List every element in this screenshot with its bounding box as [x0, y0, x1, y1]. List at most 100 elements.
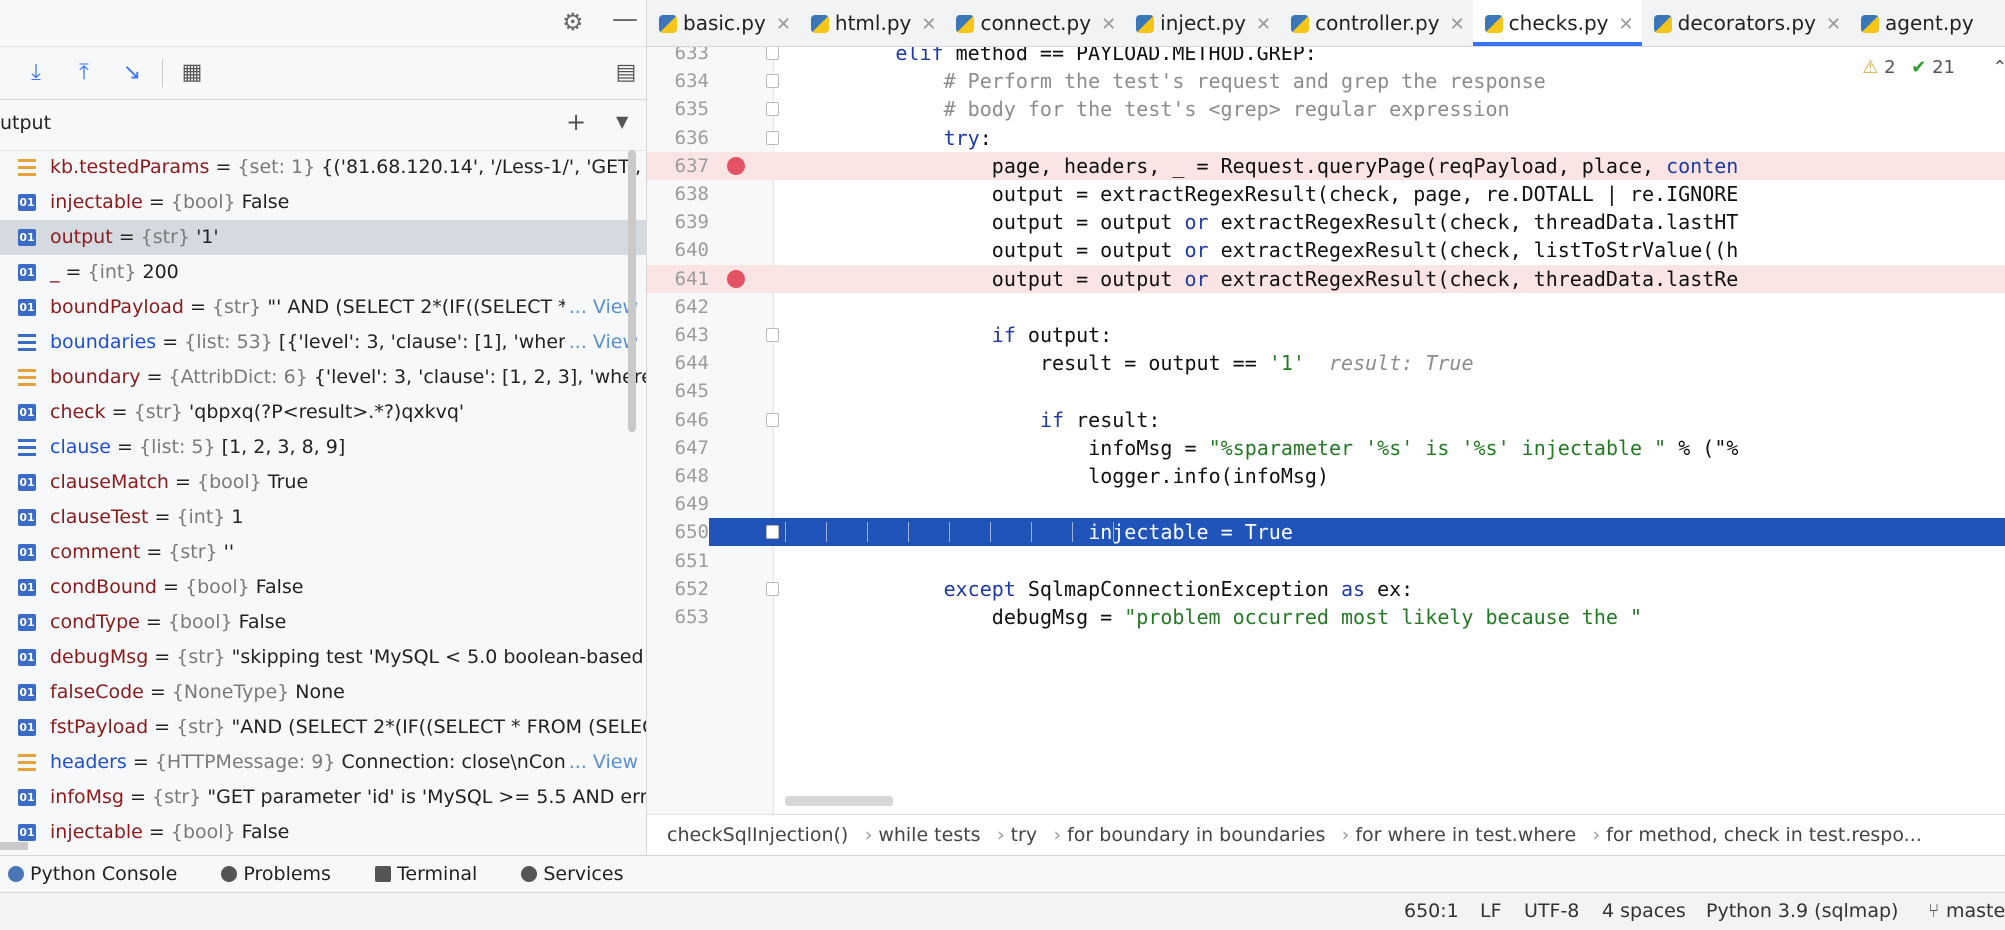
fold-icon[interactable]: [766, 130, 779, 145]
close-icon[interactable]: ✕: [1619, 14, 1634, 35]
code-editor[interactable]: 633 elif method == PAYLOAD.METHOD.GREP: 63…: [647, 47, 2005, 814]
fold-icon[interactable]: [766, 102, 779, 117]
tab-python-console[interactable]: Python Console: [8, 856, 177, 892]
code-line[interactable]: 652 except SqlmapConnectionException as e…: [647, 575, 2005, 603]
tab-basic[interactable]: basic.py ✕: [647, 0, 799, 46]
breadcrumb-item[interactable]: while tests: [858, 815, 1005, 855]
fold-icon[interactable]: [766, 47, 779, 60]
view-link[interactable]: ... View: [564, 325, 638, 360]
tab-controller[interactable]: controller.py ✕: [1279, 0, 1473, 46]
view-link[interactable]: ... View: [564, 745, 638, 780]
gear-icon[interactable]: ⚙: [562, 8, 584, 36]
code-line[interactable]: 634 # Perform the test's request and grep…: [647, 67, 2005, 95]
close-icon[interactable]: ✕: [1256, 14, 1271, 35]
variable-row[interactable]: 01 condType = {bool} False: [0, 605, 646, 640]
dropdown-icon[interactable]: ▼: [616, 112, 628, 131]
tab-html[interactable]: html.py ✕: [799, 0, 945, 46]
tab-checks[interactable]: checks.py ✕: [1472, 0, 1642, 46]
code-line[interactable]: 643 if output:: [647, 321, 2005, 349]
cursor-position[interactable]: 650:1: [1404, 893, 1459, 930]
breadcrumb-item[interactable]: try: [991, 815, 1061, 855]
breadcrumb-item[interactable]: for method, check in test.respo...: [1586, 815, 1932, 855]
code-line[interactable]: 644 result = output == '1' result: True: [647, 349, 2005, 377]
code-line[interactable]: 639 output = output or extractRegexResult…: [647, 208, 2005, 236]
horizontal-scrollbar[interactable]: [0, 842, 28, 850]
variable-row[interactable]: 01 comment = {str} '': [0, 535, 646, 570]
code-line[interactable]: 633 elif method == PAYLOAD.METHOD.GREP:: [647, 47, 2005, 67]
variable-row[interactable]: 01 fstPayload = {str} "AND (SELECT 2*(IF(…: [0, 710, 646, 745]
variable-row[interactable]: 01 check = {str} 'qbpxq(?P<result>.*?)qxk…: [0, 395, 646, 430]
line-separator[interactable]: LF: [1480, 893, 1502, 930]
code-line[interactable]: 636 try:: [647, 124, 2005, 152]
variable-row[interactable]: 01 infoMsg = {str} "GET parameter 'id' is…: [0, 780, 646, 815]
close-icon[interactable]: ✕: [921, 14, 936, 35]
close-icon[interactable]: ✕: [1826, 14, 1841, 35]
variable-row[interactable]: 01 clauseMatch = {bool} True: [0, 465, 646, 500]
chevron-up-icon[interactable]: ⌃: [1992, 57, 2005, 78]
code-line[interactable]: 647 infoMsg = "%sparameter '%s' is '%s' i…: [647, 434, 2005, 462]
code-line[interactable]: 645: [647, 377, 2005, 405]
variable-row[interactable]: clause = {list: 5} [1, 2, 3, 8, 9]: [0, 430, 646, 465]
vertical-scrollbar[interactable]: [628, 150, 636, 432]
code-line[interactable]: 638 output = extractRegexResult(check, pa…: [647, 180, 2005, 208]
fold-icon[interactable]: [766, 525, 779, 540]
breadcrumb-item[interactable]: checkSqlInjection(): [647, 815, 873, 855]
layout-icon[interactable]: ▤: [610, 57, 642, 89]
variable-row[interactable]: 01 injectable = {bool} False: [0, 815, 646, 850]
add-watch-icon[interactable]: +: [566, 108, 586, 136]
tab-problems[interactable]: Problems: [221, 856, 331, 892]
variable-row[interactable]: boundary = {AttribDict: 6} {'level': 3, …: [0, 360, 646, 395]
code-line[interactable]: 646 if result:: [647, 406, 2005, 434]
code-line[interactable]: 640 output = output or extractRegexResult…: [647, 236, 2005, 264]
evaluate-expression-icon[interactable]: ▦: [176, 57, 208, 89]
fold-icon[interactable]: [766, 581, 779, 596]
code-line[interactable]: 653 debugMsg = "problem occurred most lik…: [647, 603, 2005, 631]
close-icon[interactable]: ✕: [776, 14, 791, 35]
breadcrumb-item[interactable]: for boundary in boundaries: [1047, 815, 1350, 855]
code-line[interactable]: 642: [647, 293, 2005, 321]
variable-row[interactable]: 01 injectable = {bool} False: [0, 185, 646, 220]
minimize-icon[interactable]: —: [612, 4, 638, 34]
code-line[interactable]: 648 logger.info(infoMsg): [647, 462, 2005, 490]
tab-connect[interactable]: connect.py ✕: [944, 0, 1124, 46]
file-encoding[interactable]: UTF-8: [1524, 893, 1579, 930]
view-link[interactable]: ... View: [564, 290, 638, 325]
step-into-icon[interactable]: ⤓: [20, 57, 52, 89]
variable-row[interactable]: 01 boundPayload = {str} "' AND (SELECT 2*…: [0, 290, 646, 325]
fold-icon[interactable]: [766, 412, 779, 427]
code-line[interactable]: 641 output = output or extractRegexResult…: [647, 264, 2005, 293]
variable-row[interactable]: 01 falseCode = {NoneType} None: [0, 675, 646, 710]
close-icon[interactable]: ✕: [1450, 14, 1465, 35]
tab-inject[interactable]: inject.py ✕: [1124, 0, 1279, 46]
breadcrumb-item[interactable]: for where in test.where: [1335, 815, 1600, 855]
run-to-cursor-icon[interactable]: ↘: [116, 57, 148, 89]
code-line[interactable]: 650 injectable = True: [647, 518, 2005, 547]
inspection-widget[interactable]: ⚠ 2 ✔ 21 ⌃: [1862, 57, 2005, 78]
variable-row[interactable]: headers = {HTTPMessage: 9} Connection: c…: [0, 745, 646, 780]
variable-row[interactable]: 01 output = {str} '1': [0, 220, 646, 255]
variable-row[interactable]: boundaries = {list: 53} [{'level': 3, 'c…: [0, 325, 646, 360]
python-interpreter[interactable]: Python 3.9 (sqlmap): [1706, 893, 1898, 930]
indent-setting[interactable]: 4 spaces: [1602, 893, 1686, 930]
git-branch[interactable]: maste: [1946, 893, 2005, 930]
variable-row[interactable]: 01 clauseTest = {int} 1: [0, 500, 646, 535]
code-line[interactable]: 637 page, headers, _ = Request.queryPage(…: [647, 151, 2005, 180]
code-line[interactable]: 635 # body for the test's <grep> regular …: [647, 95, 2005, 123]
breakpoint-icon[interactable]: [727, 269, 745, 288]
code-line[interactable]: 651: [647, 547, 2005, 575]
tab-decorators[interactable]: decorators.py ✕: [1642, 0, 1849, 46]
fold-icon[interactable]: [766, 328, 779, 342]
variable-row[interactable]: 01 _ = {int} 200: [0, 255, 646, 290]
fold-icon[interactable]: [766, 74, 779, 89]
editor-horizontal-scrollbar[interactable]: [785, 796, 893, 806]
variable-row[interactable]: 01 debugMsg = {str} "skipping test 'MySQL…: [0, 640, 646, 675]
code-line[interactable]: 649: [647, 490, 2005, 518]
tab-terminal[interactable]: Terminal: [375, 856, 477, 892]
tab-services[interactable]: Services: [521, 856, 623, 892]
variable-row[interactable]: 01 condBound = {bool} False: [0, 570, 646, 605]
breakpoint-icon[interactable]: [727, 156, 745, 175]
variable-row[interactable]: kb.testedParams = {set: 1} {('81.68.120.…: [0, 150, 646, 185]
tab-agent[interactable]: agent.py: [1849, 0, 1982, 46]
step-out-icon[interactable]: ⤒: [68, 57, 100, 89]
close-icon[interactable]: ✕: [1101, 14, 1116, 35]
